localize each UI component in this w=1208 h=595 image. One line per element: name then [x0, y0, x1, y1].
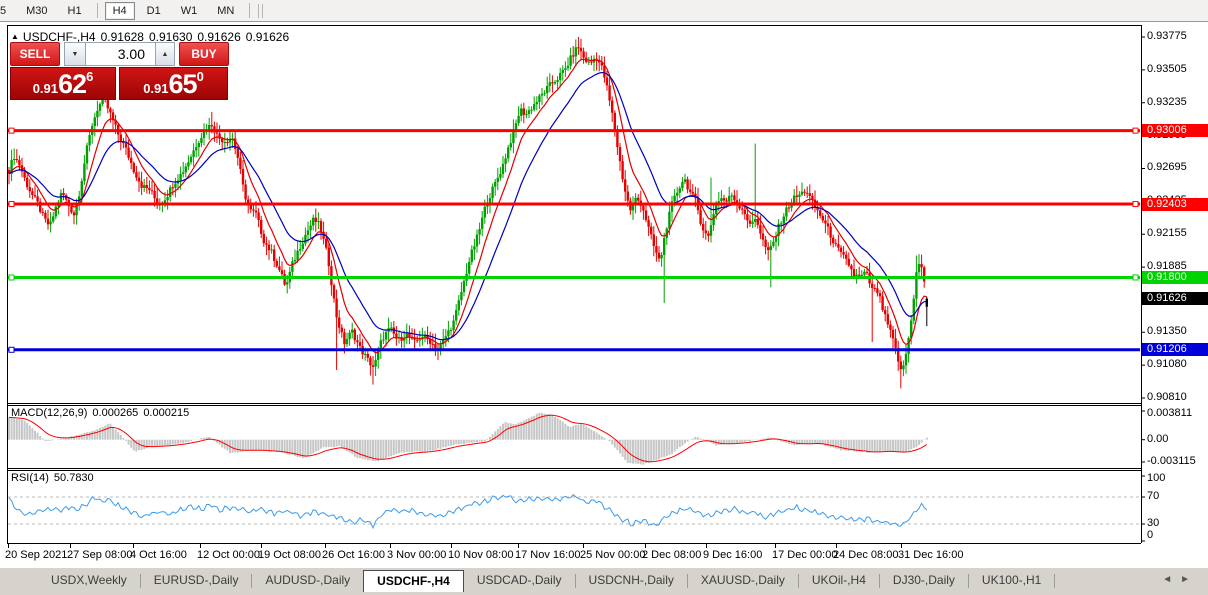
- ohlc-close: 0.91626: [246, 30, 289, 44]
- hline-price-label: 0.92403: [1142, 198, 1208, 211]
- rsi-axis-label: 100: [1147, 472, 1165, 484]
- price-tick-label: 0.92695: [1147, 161, 1187, 173]
- price-tick-label: 0.90810: [1147, 391, 1187, 403]
- volume-input[interactable]: [86, 42, 155, 66]
- date-tick-label: 26 Oct 16:00: [322, 549, 385, 561]
- timeframe-button-w1[interactable]: W1: [173, 2, 206, 20]
- date-tick-label: 19 Oct 08:00: [258, 549, 321, 561]
- date-tick-label: 12 Oct 00:00: [197, 549, 260, 561]
- date-tick-label: 4 Oct 16:00: [130, 549, 187, 561]
- chart-tab-usdchf-[interactable]: USDCHF-,H4: [363, 570, 464, 592]
- timeframe-button-m30[interactable]: M30: [18, 2, 55, 20]
- timeframe-button-5[interactable]: 5: [0, 2, 14, 20]
- ask-price-display[interactable]: 0.91 65 0: [119, 67, 228, 100]
- symbol-arrow-icon: ▲: [11, 32, 19, 41]
- macd-name: MACD(12,26,9): [11, 407, 87, 419]
- chart-tab-dj30-[interactable]: DJ30-,Daily: [880, 570, 968, 592]
- rsi-value: 50.7830: [54, 472, 94, 484]
- chart-tabs-bar: USDX,WeeklyEURUSD-,DailyAUDUSD-,DailyUSD…: [0, 567, 1208, 595]
- ask-prefix: 0.91: [143, 80, 168, 97]
- chart-tab-xauusd-[interactable]: XAUUSD-,Daily: [688, 570, 798, 592]
- hline-price-label: 0.91206: [1142, 343, 1208, 356]
- macd-axis-label: 0.00: [1147, 433, 1168, 445]
- tab-separator: [1054, 574, 1055, 588]
- hline-price-label: 0.91800: [1142, 271, 1208, 284]
- date-tick-label: 27 Sep 08:00: [67, 549, 132, 561]
- rsi-axis-label: 70: [1147, 490, 1159, 502]
- timeframe-toolbar: 5M30 H1 H4D1W1MN: [0, 0, 1208, 22]
- pane-borders: [7, 25, 1142, 544]
- tabs-scroll-right-icon[interactable]: ►: [1180, 574, 1198, 585]
- rsi-line: [9, 495, 927, 528]
- timeframe-button-h4[interactable]: H4: [105, 2, 135, 20]
- date-tick-label: 10 Nov 08:00: [448, 549, 513, 561]
- chart-tab-audusd-[interactable]: AUDUSD-,Daily: [252, 570, 363, 592]
- bid-big-digits: 62: [58, 72, 86, 97]
- current-price-label: 0.91626: [1142, 292, 1208, 305]
- price-tick-label: 0.91080: [1147, 358, 1187, 370]
- macd-axis-label: -0.003115: [1147, 455, 1196, 467]
- horizontal-line-0.91206[interactable]: [8, 347, 1140, 352]
- horizontal-line-0.92403[interactable]: [8, 202, 1140, 207]
- price-tick-label: 0.91350: [1147, 325, 1187, 337]
- horizontal-line-0.91800[interactable]: [8, 275, 1140, 280]
- volume-increase-button[interactable]: ▲: [155, 42, 175, 66]
- date-tick-label: 3 Nov 00:00: [387, 549, 446, 561]
- bid-prefix: 0.91: [33, 80, 58, 97]
- price-tick-label: 0.93775: [1147, 30, 1187, 42]
- chart-canvas[interactable]: [0, 22, 1208, 567]
- timeframe-button-mn[interactable]: MN: [209, 2, 242, 20]
- rsi-name: RSI(14): [11, 472, 49, 484]
- date-tick-label: 25 Nov 00:00: [580, 549, 645, 561]
- chart-tab-usdcnh-[interactable]: USDCNH-,Daily: [576, 570, 687, 592]
- price-axis[interactable]: 0.937750.935050.932350.929650.926950.924…: [1142, 22, 1208, 567]
- rsi-level-lines: [8, 497, 1140, 524]
- timeframe-button-d1[interactable]: D1: [139, 2, 169, 20]
- chart-tab-ukoil-[interactable]: UKOil-,H4: [799, 570, 879, 592]
- axis-ticks: [9, 37, 1146, 548]
- date-tick-label: 17 Dec 00:00: [772, 549, 837, 561]
- chart-area[interactable]: ▲USDCHF-,H40.916280.916300.916260.91626 …: [0, 22, 1208, 567]
- volume-decrease-button[interactable]: ▼: [64, 42, 86, 66]
- date-tick-label: 17 Nov 16:00: [515, 549, 580, 561]
- timeframe-button-h1[interactable]: H1: [60, 2, 90, 20]
- price-tick-label: 0.93505: [1147, 63, 1187, 75]
- chart-tab-usdcad-[interactable]: USDCAD-,Daily: [464, 570, 575, 592]
- sell-button[interactable]: SELL: [10, 42, 60, 66]
- chart-tab-usdx[interactable]: USDX,Weekly: [38, 570, 140, 592]
- macd-value-signal: 0.000215: [143, 407, 189, 419]
- bid-pipette: 6: [86, 70, 93, 83]
- date-tick-label: 9 Dec 16:00: [703, 549, 762, 561]
- ask-pipette: 0: [197, 70, 204, 83]
- macd-indicator-label: MACD(12,26,9) 0.000265 0.000215: [11, 407, 194, 419]
- price-tick-label: 0.92155: [1147, 227, 1187, 239]
- chart-tab-eurusd-[interactable]: EURUSD-,Daily: [141, 570, 252, 592]
- hline-price-label: 0.93006: [1142, 124, 1208, 137]
- rsi-axis-label: 30: [1147, 517, 1159, 529]
- chart-tabs: USDX,WeeklyEURUSD-,DailyAUDUSD-,DailyUSD…: [0, 570, 1055, 592]
- macd-signal-line: [9, 415, 927, 462]
- date-tick-label: 20 Sep 2021: [5, 549, 67, 561]
- macd-histogram: [9, 413, 927, 465]
- date-axis[interactable]: 20 Sep 202127 Sep 08:004 Oct 16:00 12 Oct…: [0, 548, 1141, 567]
- macd-value-main: 0.000265: [92, 407, 138, 419]
- one-click-trading-panel: SELL ▼ ▲ BUY 0.91 62 6 0.91 65 0: [10, 42, 229, 100]
- price-tick-label: 0.93235: [1147, 96, 1187, 108]
- macd-axis-label: 0.003811: [1147, 407, 1192, 419]
- chart-tab-uk100-[interactable]: UK100-,H1: [969, 570, 1054, 592]
- rsi-indicator-label: RSI(14) 50.7830: [11, 472, 99, 484]
- date-tick-label: 24 Dec 08:00: [833, 549, 898, 561]
- buy-button[interactable]: BUY: [179, 42, 229, 66]
- date-tick-label: 31 Dec 16:00: [898, 549, 963, 561]
- rsi-axis-label: 0: [1147, 529, 1153, 541]
- bid-price-display[interactable]: 0.91 62 6: [10, 67, 116, 100]
- tabs-scroll-left-icon[interactable]: ◄: [1162, 574, 1180, 585]
- toolbar-grip: [258, 4, 263, 18]
- mt4-window: 5M30H1H4D1W1MN ▲USDCHF-,H40.916280.91630…: [0, 0, 1208, 595]
- horizontal-line-0.93006[interactable]: [8, 128, 1140, 133]
- ask-big-digits: 65: [169, 72, 197, 97]
- date-tick-label: 2 Dec 08:00: [642, 549, 701, 561]
